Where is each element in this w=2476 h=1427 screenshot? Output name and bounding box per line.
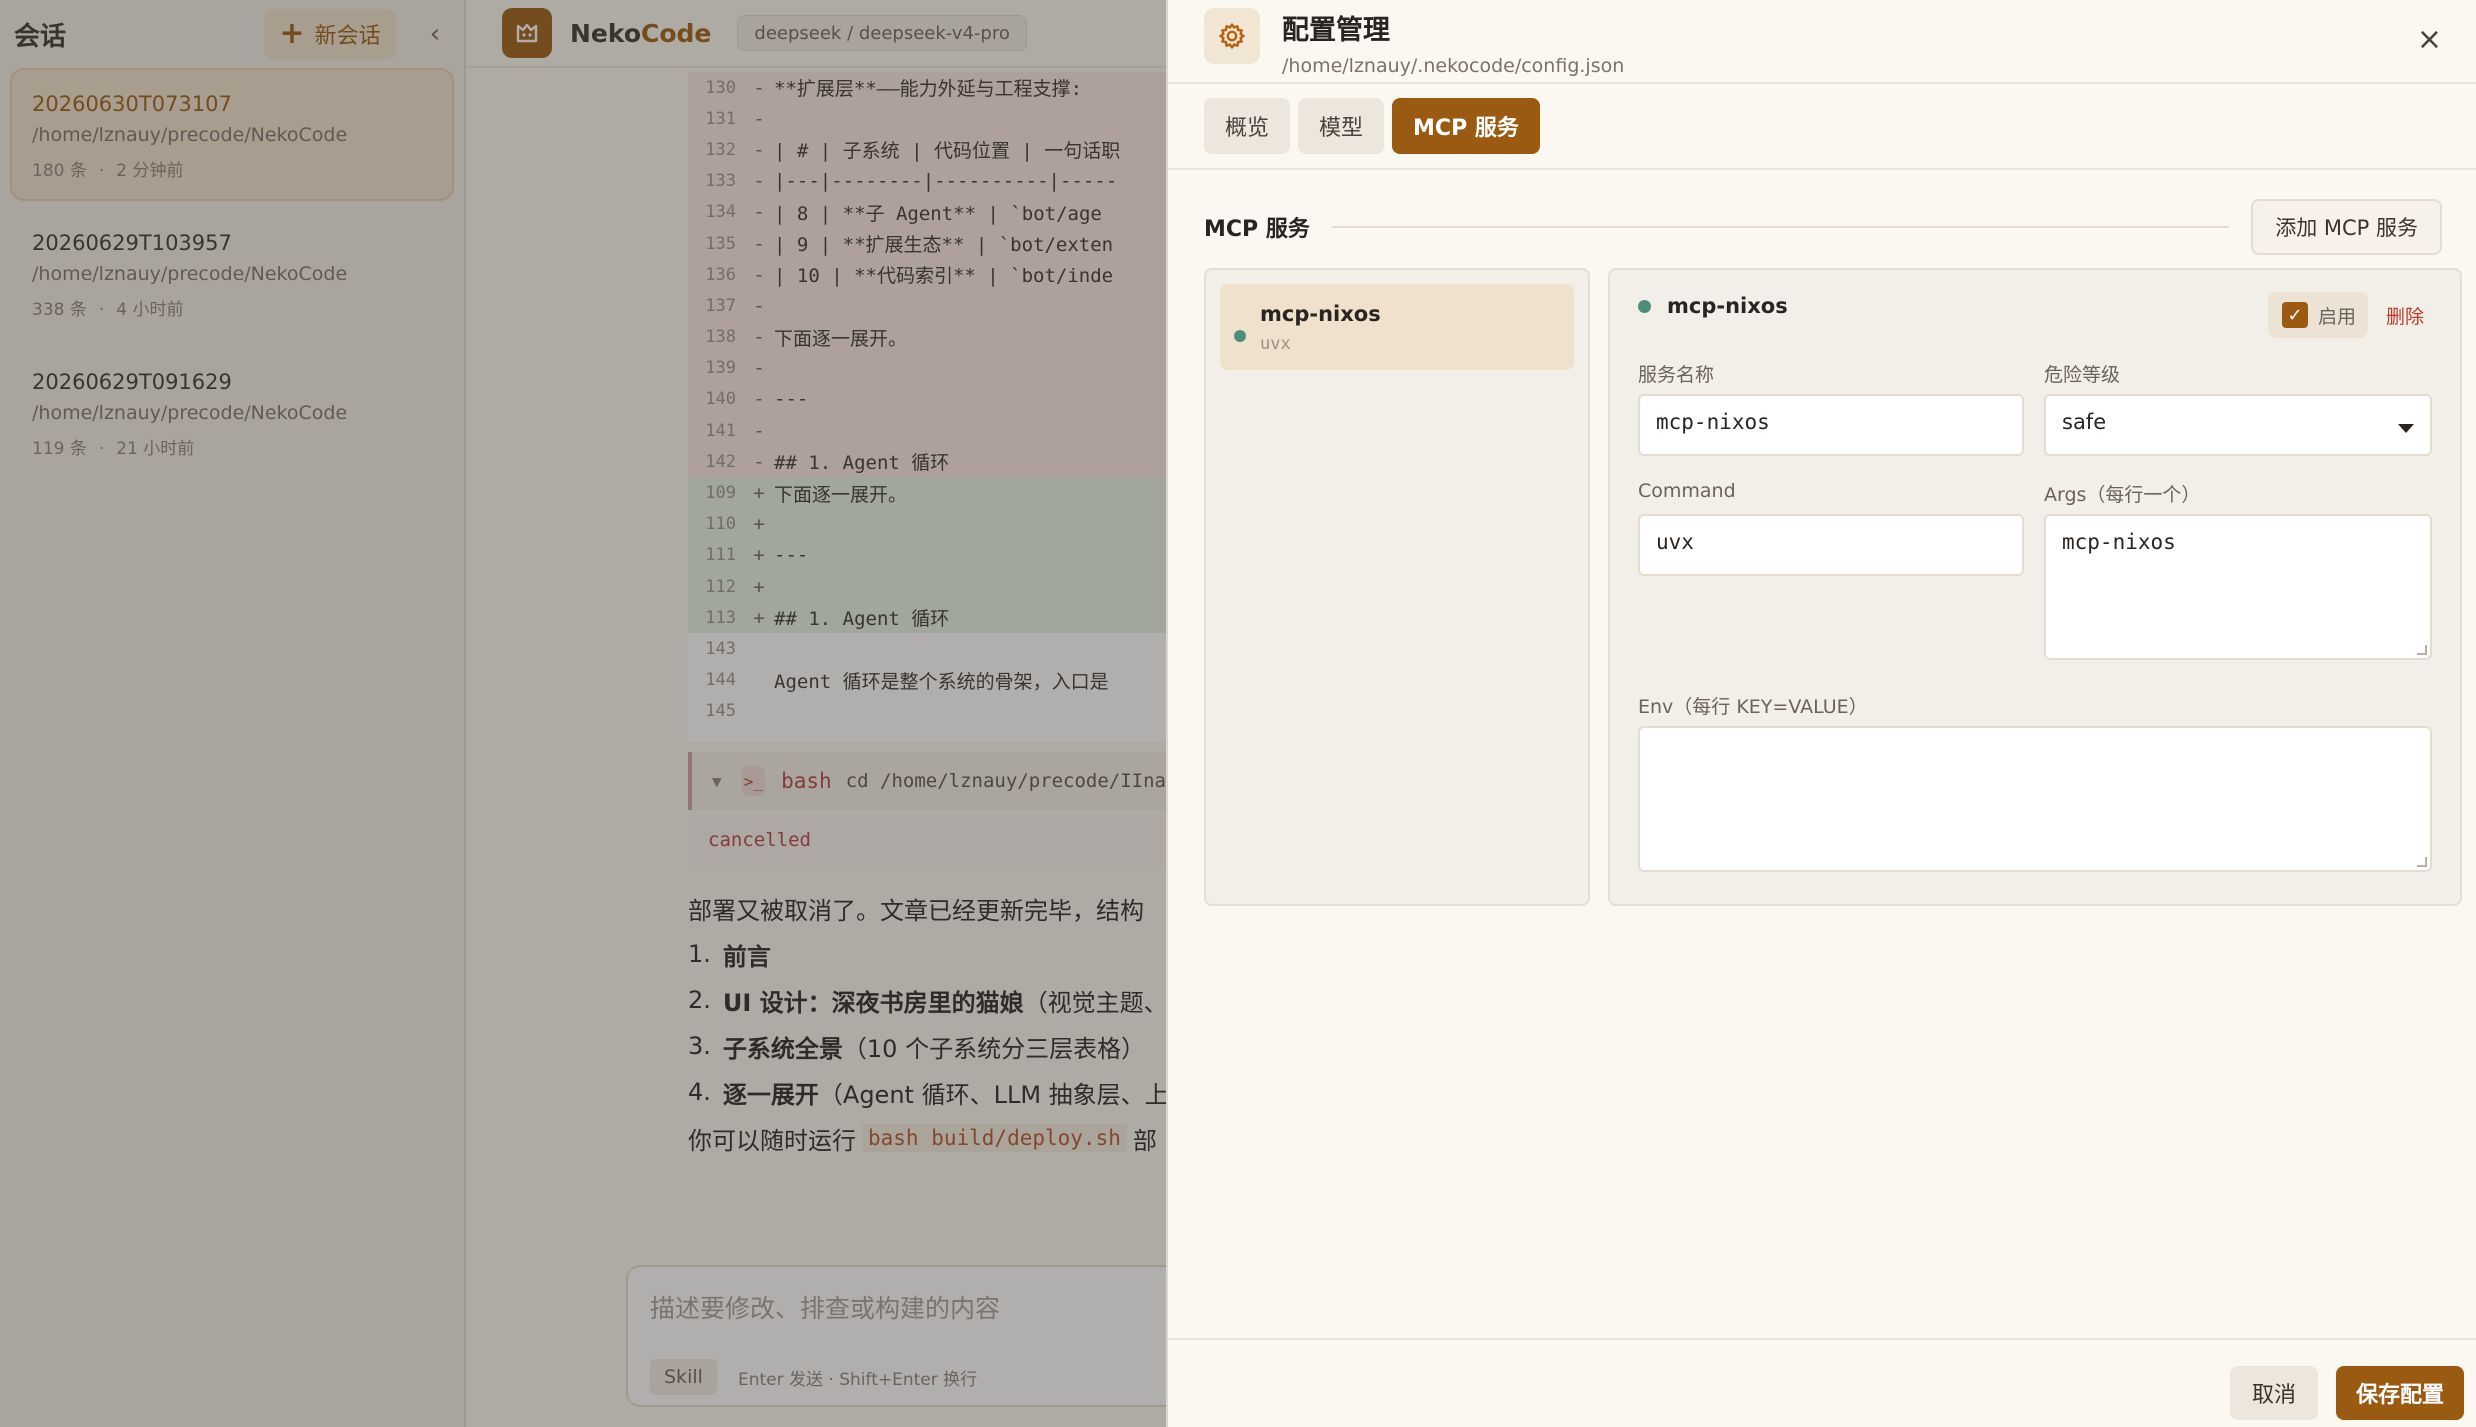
command-input[interactable]: uvx	[1638, 514, 2024, 576]
args-label: Args（每行一个）	[2044, 484, 2201, 506]
service-name-label: 服务名称	[1638, 364, 1715, 386]
env-textarea[interactable]	[1638, 726, 2432, 872]
delete-button[interactable]: 删除	[2386, 302, 2424, 329]
server-detail: mcp-nixos ✓ 启用 删除 服务名称 mcp-nixos 危险等级 sa…	[1608, 268, 2462, 906]
server-name: mcp-nixos	[1260, 302, 1381, 326]
cancel-button[interactable]: 取消	[2230, 1366, 2319, 1420]
dropdown-caret-icon	[2398, 424, 2414, 433]
close-icon[interactable]: ×	[2417, 22, 2442, 57]
resize-handle-icon[interactable]	[2417, 645, 2427, 655]
danger-level-value: safe	[2062, 410, 2107, 434]
section-divider	[1331, 226, 2230, 228]
server-list: mcp-nixos uvx	[1204, 268, 1590, 906]
status-dot-icon	[1638, 299, 1651, 313]
save-config-button[interactable]: 保存配置	[2336, 1366, 2465, 1420]
panel-heading: 配置管理 /home/lznauy/.nekocode/config.json	[1282, 8, 1624, 77]
config-path: /home/lznauy/.nekocode/config.json	[1282, 55, 1625, 77]
args-value: mcp-nixos	[2062, 530, 2176, 554]
config-panel: 配置管理 /home/lznauy/.nekocode/config.json …	[1166, 0, 2476, 1427]
detail-header: mcp-nixos	[1638, 294, 1788, 318]
args-textarea[interactable]: mcp-nixos	[2044, 514, 2432, 660]
command-label: Command	[1638, 480, 1736, 502]
danger-level-label: 危险等级	[2044, 364, 2121, 386]
resize-handle-icon[interactable]	[2417, 857, 2427, 867]
server-command: uvx	[1260, 334, 1291, 354]
enable-label: 启用	[2318, 305, 2357, 328]
panel-footer: 取消 保存配置	[1168, 1338, 2476, 1427]
tab-mcp[interactable]: MCP 服务	[1392, 98, 1540, 154]
danger-level-select[interactable]: safe	[2044, 394, 2432, 456]
section-title: MCP 服务	[1204, 217, 1310, 242]
checkbox-checked-icon: ✓	[2282, 302, 2308, 328]
server-list-item[interactable]: mcp-nixos uvx	[1220, 284, 1574, 370]
panel-header: 配置管理 /home/lznauy/.nekocode/config.json …	[1168, 0, 2476, 84]
section-header: MCP 服务 添加 MCP 服务	[1204, 198, 2442, 256]
service-name-input[interactable]: mcp-nixos	[1638, 394, 2024, 456]
server-item-text: mcp-nixos uvx	[1260, 296, 1381, 370]
status-dot-icon	[1234, 330, 1246, 342]
tab-models[interactable]: 模型	[1298, 98, 1385, 154]
env-label: Env（每行 KEY=VALUE）	[1638, 696, 1868, 718]
tab-overview[interactable]: 概览	[1204, 98, 1291, 154]
modal-backdrop[interactable]	[0, 0, 1166, 1427]
add-mcp-button[interactable]: 添加 MCP 服务	[2251, 199, 2442, 255]
detail-server-name: mcp-nixos	[1667, 294, 1788, 318]
gear-icon	[1204, 8, 1260, 64]
config-tabs: 概览 模型 MCP 服务	[1168, 84, 2476, 170]
enable-checkbox[interactable]: ✓ 启用	[2268, 292, 2368, 338]
panel-title: 配置管理	[1282, 15, 1390, 46]
